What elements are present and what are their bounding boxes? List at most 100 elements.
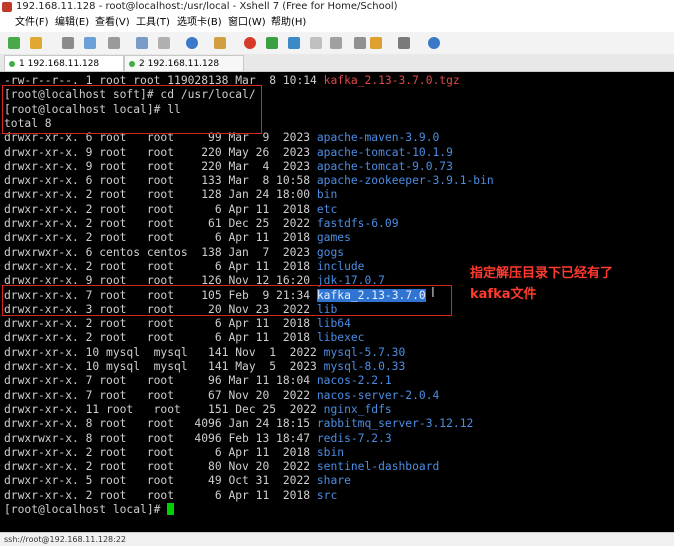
status-bar: ssh://root@192.168.11.128:22 — [0, 532, 674, 546]
session-tab-bar: 1 192.168.11.128 2 192.168.11.128 — [0, 54, 674, 72]
terminal-line-text: drwxr-xr-x. 9 root root 220 Mar 4 2023 — [4, 159, 317, 173]
kafka-highlight-box — [2, 285, 452, 316]
file-name: mysql-5.7.30 — [323, 345, 406, 359]
lock-icon[interactable] — [330, 37, 342, 49]
transfer-icon[interactable] — [288, 37, 300, 49]
terminal-line-text: drwxr-xr-x. 8 root root 4096 Jan 24 18:1… — [4, 417, 317, 431]
file-name: kafka_2.13-3.7.0.tgz — [323, 74, 460, 87]
new-session-icon[interactable] — [8, 37, 20, 49]
file-name: include — [316, 259, 365, 273]
terminal-line: drwxr-xr-x. 6 root root 133 Mar 8 10:58 … — [4, 174, 494, 188]
layout-icon[interactable] — [398, 37, 410, 49]
terminal-line-text: drwxr-xr-x. 2 root root 128 Jan 24 18:00 — [4, 188, 317, 202]
tab-label: 2 192.168.11.128 — [139, 59, 220, 69]
terminal-line: drwxr-xr-x. 2 root root 6 Apr 11 2018 sr… — [4, 489, 337, 503]
terminal-line: drwxr-xr-x. 2 root root 6 Apr 11 2018 li… — [4, 317, 351, 331]
annotation-line-1: 指定解压目录下已经有了 — [470, 266, 614, 281]
terminal-line-text: drwxrwxr-x. 6 centos centos 138 Jan 7 20… — [4, 245, 317, 259]
menu-tabs[interactable]: 选项卡(B) — [177, 14, 222, 32]
terminal-line-text: drwxr-xr-x. 10 mysql mysql 141 Nov 1 202… — [4, 345, 324, 359]
menu-file[interactable]: 文件(F) — [15, 14, 49, 32]
globe-icon[interactable] — [186, 37, 198, 49]
find-icon[interactable] — [136, 37, 148, 49]
terminal-line-text: drwxr-xr-x. 2 root root 6 Apr 11 2018 — [4, 488, 317, 502]
file-name: apache-tomcat-10.1.9 — [316, 145, 453, 159]
open-folder-icon[interactable] — [30, 37, 42, 49]
properties-icon[interactable] — [84, 37, 96, 49]
terminal-line: drwxr-xr-x. 7 root root 96 Mar 11 18:04 … — [4, 374, 392, 388]
fullscreen-icon[interactable] — [310, 37, 322, 49]
file-name: apache-tomcat-9.0.73 — [316, 159, 453, 173]
xftp-icon[interactable] — [244, 37, 256, 49]
file-name: sentinel-dashboard — [316, 460, 440, 474]
connection-status: ssh://root@192.168.11.128:22 — [4, 535, 127, 544]
terminal-line-text: drwxr-xr-x. 2 root root 6 Apr 11 2018 — [4, 317, 317, 331]
menu-window[interactable]: 窗口(W) — [228, 14, 266, 32]
terminal-line-text: drwxr-xr-x. 2 root root 61 Dec 25 2022 — [4, 217, 317, 230]
terminal-line-text: drwxrwxr-x. 8 root root 4096 Feb 13 18:4… — [4, 431, 317, 445]
terminal-line: drwxrwxr-x. 8 root root 4096 Feb 13 18:4… — [4, 432, 392, 446]
terminal-line: drwxr-xr-x. 10 mysql mysql 141 May 5 202… — [4, 360, 405, 374]
menu-help[interactable]: 帮助(H) — [271, 14, 306, 32]
script-icon[interactable] — [266, 37, 278, 49]
terminal-line: drwxrwxr-x. 6 centos centos 138 Jan 7 20… — [4, 246, 344, 260]
terminal-line: drwxr-xr-x. 2 root root 128 Jan 24 18:00… — [4, 188, 337, 202]
file-name: rabbitmq_server-3.12.12 — [316, 417, 474, 431]
terminal-line-text: drwxr-xr-x. 6 root root 133 Mar 8 10:58 — [4, 174, 317, 188]
menu-bar: 文件(F) 编辑(E) 查看(V) 工具(T) 选项卡(B) 窗口(W) 帮助(… — [0, 14, 674, 32]
session-connected-icon — [9, 60, 15, 67]
copy-icon[interactable] — [108, 37, 120, 49]
file-name: games — [316, 231, 351, 245]
terminal-line-text: drwxr-xr-x. 2 root root 6 Apr 11 2018 — [4, 202, 317, 216]
session-connected-icon — [129, 60, 135, 67]
terminal-line: drwxr-xr-x. 2 root root 6 Apr 11 2018 in… — [4, 260, 364, 274]
font-icon[interactable] — [214, 37, 226, 49]
terminal-line: drwxr-xr-x. 7 root root 67 Nov 20 2022 n… — [4, 389, 439, 403]
file-name: nacos-server-2.0.4 — [316, 388, 440, 402]
terminal-line: drwxr-xr-x. 2 root root 61 Dec 25 2022 f… — [4, 217, 399, 231]
menu-tools[interactable]: 工具(T) — [136, 14, 170, 32]
terminal-line: drwxr-xr-x. 2 root root 6 Apr 11 2018 li… — [4, 331, 364, 345]
add-icon[interactable] — [370, 37, 382, 49]
terminal-line-text: drwxr-xr-x. 5 root root 49 Oct 31 2022 — [4, 474, 317, 488]
terminal-line-text: drwxr-xr-x. 2 root root 6 Apr 11 2018 — [4, 445, 317, 459]
terminal-cursor — [167, 503, 175, 515]
file-name: fastdfs-6.09 — [316, 217, 399, 230]
terminal-line-text: drwxr-xr-x. 9 root root 220 May 26 2023 — [4, 145, 317, 159]
file-name: redis-7.2.3 — [316, 431, 392, 445]
terminal-line-text: drwxr-xr-x. 11 root root 151 Dec 25 2022 — [4, 402, 324, 416]
help-icon[interactable] — [428, 37, 440, 49]
text-cursor-icon: I — [431, 286, 435, 301]
terminal-line: drwxr-xr-x. 9 root root 220 May 26 2023 … — [4, 146, 453, 160]
terminal-line: drwxr-xr-x. 2 root root 6 Apr 11 2018 sb… — [4, 446, 344, 460]
xshell-app-icon — [2, 2, 12, 12]
file-name: gogs — [316, 245, 345, 259]
terminal-line: drwxr-xr-x. 2 root root 80 Nov 20 2022 s… — [4, 460, 439, 474]
annotation-line-2: kafka文件 — [470, 287, 537, 302]
menu-edit[interactable]: 编辑(E) — [55, 14, 89, 32]
terminal-line-text: [root@localhost local]# — [4, 503, 168, 516]
tab-session-1[interactable]: 1 192.168.11.128 — [4, 55, 124, 71]
file-name: src — [316, 488, 338, 502]
terminal-area[interactable]: [root@localhost local]# drwxr-xr-x. 2 ro… — [0, 72, 674, 532]
toolbar — [0, 32, 674, 55]
terminal-line: drwxr-xr-x. 5 root root 49 Oct 31 2022 s… — [4, 474, 351, 488]
terminal-line-text: drwxr-xr-x. 2 root root 80 Nov 20 2022 — [4, 460, 317, 474]
file-name: sbin — [316, 445, 345, 459]
menu-view[interactable]: 查看(V) — [95, 14, 130, 32]
terminal-line-text: drwxr-xr-x. 10 mysql mysql 141 May 5 202… — [4, 360, 324, 373]
terminal-line: drwxr-xr-x. 2 root root 6 Apr 11 2018 et… — [4, 203, 337, 217]
command-highlight-box — [2, 85, 262, 134]
file-name: libexec — [316, 331, 365, 345]
keyboard-icon[interactable] — [354, 37, 366, 49]
tab-label: 1 192.168.11.128 — [19, 59, 100, 69]
file-name: apache-zookeeper-3.9.1-bin — [316, 174, 494, 188]
file-name: apache-maven-3.9.0 — [316, 131, 440, 145]
print-icon[interactable] — [158, 37, 170, 49]
terminal-line: drwxr-xr-x. 11 root root 151 Dec 25 2022… — [4, 403, 392, 417]
terminal-line: drwxr-xr-x. 8 root root 4096 Jan 24 18:1… — [4, 417, 473, 431]
terminal-line-text: drwxr-xr-x. 2 root root 6 Apr 11 2018 — [4, 331, 317, 345]
terminal-line-text: drwxr-xr-x. 7 root root 96 Mar 11 18:04 — [4, 374, 317, 388]
tab-session-2[interactable]: 2 192.168.11.128 — [124, 55, 244, 71]
disconnect-icon[interactable] — [62, 37, 74, 49]
